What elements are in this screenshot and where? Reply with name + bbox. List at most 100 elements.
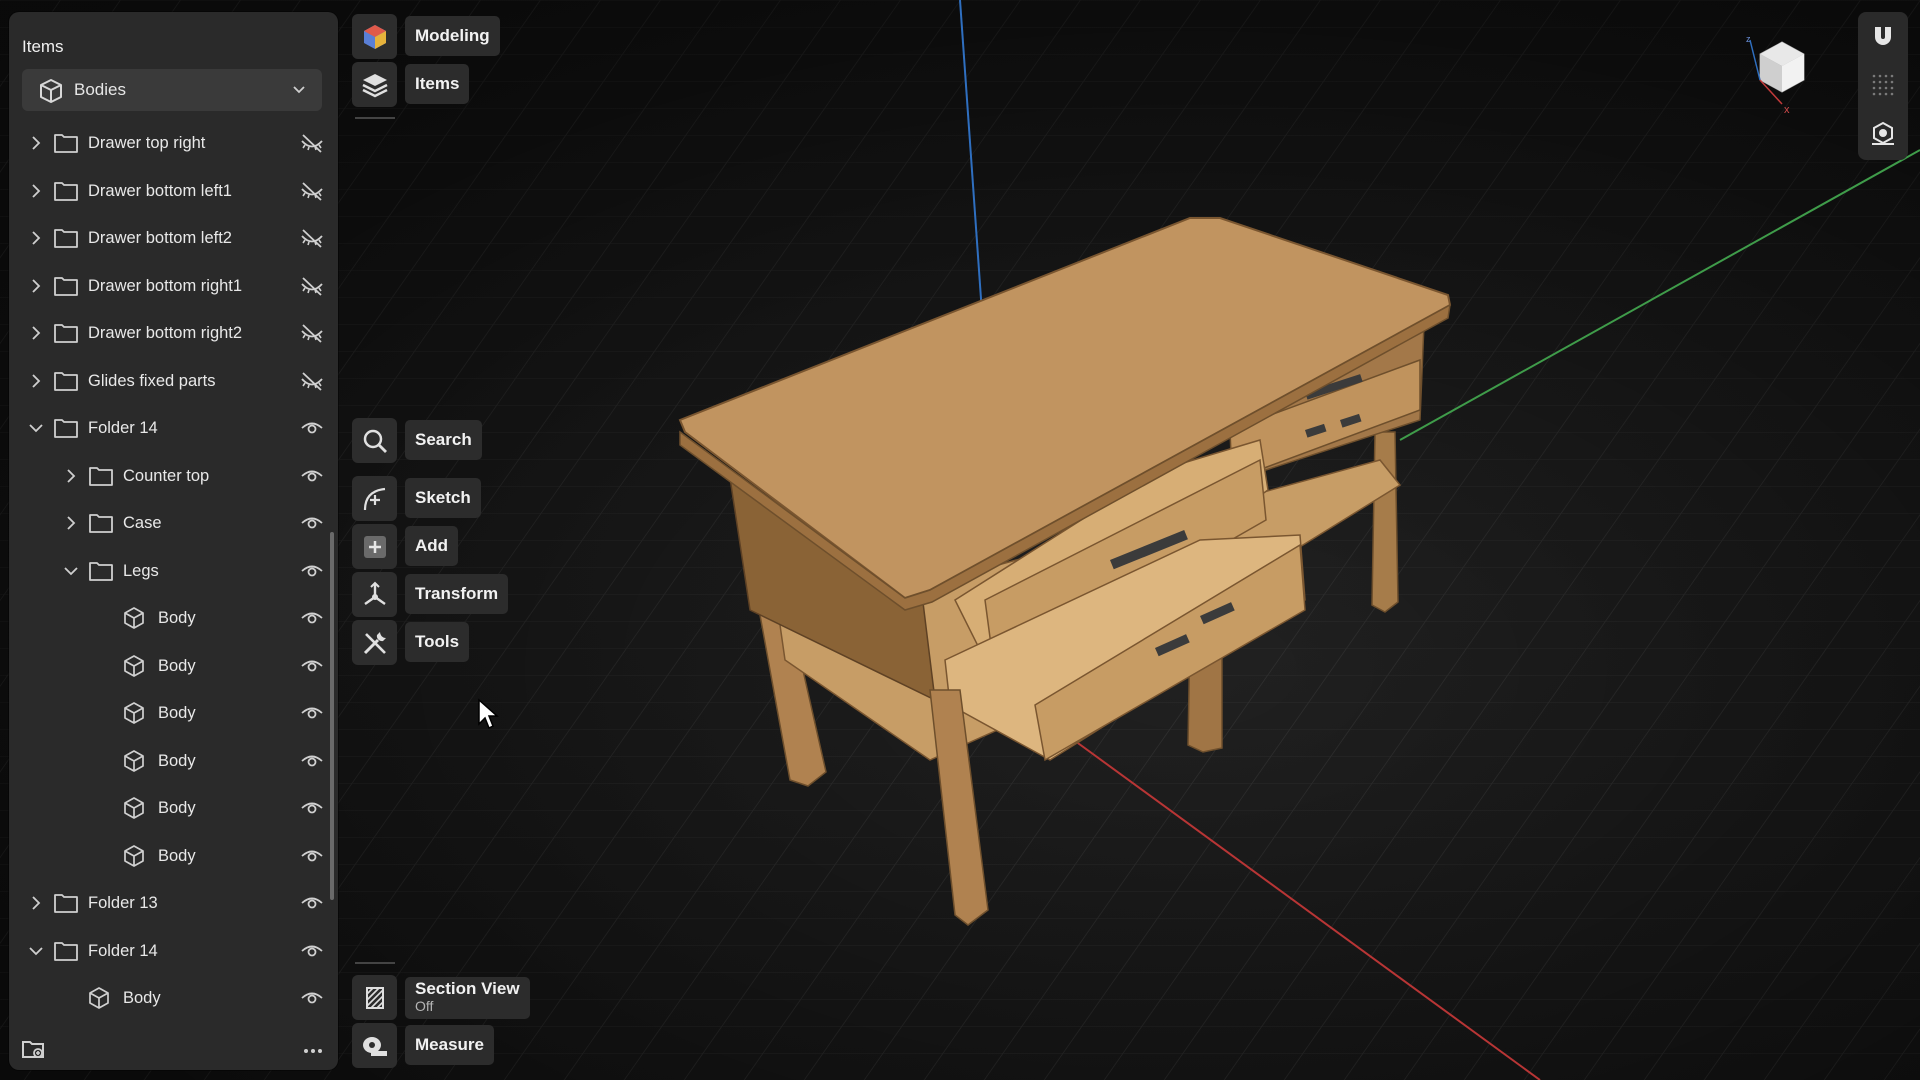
tree-row[interactable]: Drawer top right [9,120,338,167]
tree-scrollbar[interactable] [330,532,334,900]
eye-icon[interactable] [300,560,324,582]
folder-icon [53,416,79,440]
eye-hidden-icon[interactable] [300,275,324,297]
folder-icon [88,559,114,583]
tree-item-label: Drawer top right [88,134,206,152]
eye-hidden-icon[interactable] [300,370,324,392]
tree-row[interactable]: Glides fixed parts [9,358,338,405]
axis-z-label: z [1746,34,1751,44]
folder-icon [53,891,79,915]
eye-icon[interactable] [300,607,324,629]
tree-item-label: Drawer bottom right2 [88,324,243,342]
eye-icon[interactable] [300,797,324,819]
chevron-down-icon[interactable] [27,942,45,960]
measure-tape-icon [352,1023,397,1068]
tree-row[interactable]: Drawer bottom left1 [9,168,338,215]
bodies-dropdown[interactable]: Bodies [22,69,322,111]
chevron-right-icon[interactable] [27,229,45,247]
chevron-right-icon[interactable] [27,134,45,152]
add-folder-icon[interactable] [21,1037,47,1061]
modeling-label: Modeling [415,26,490,45]
tree-row[interactable]: Folder 13 [9,880,338,927]
chevron-down-icon[interactable] [62,562,80,580]
folder-icon [53,369,79,393]
tree-row[interactable]: Counter top [9,453,338,500]
eye-icon[interactable] [300,702,324,724]
eye-icon[interactable] [300,845,324,867]
tree-item-label: Body [158,846,196,865]
tools-label: Tools [415,632,460,651]
tree-item-label: Drawer bottom right1 [88,276,243,295]
folder-icon [53,274,79,298]
magnet-snap-icon[interactable] [1870,24,1896,55]
chevron-down-icon[interactable] [27,419,45,437]
toolbar-divider [355,962,395,964]
chevron-right-icon[interactable] [27,324,45,342]
tree-item-label: Legs [123,561,159,580]
eye-icon[interactable] [300,940,324,962]
tree-item-label: Body [158,799,196,817]
chevron-right-icon[interactable] [27,182,45,200]
tree-item-label: Counter top [123,466,210,485]
folder-icon [53,939,79,963]
chevron-right-icon[interactable] [27,277,45,295]
tree-row[interactable]: Body [9,785,338,832]
tree-item-label: Case [123,514,162,532]
view-cube[interactable]: z x [1740,34,1820,118]
view-tools-bar [1858,12,1908,160]
tree-row[interactable]: Drawer bottom right1 [9,263,338,310]
eye-hidden-icon[interactable] [300,132,324,154]
eye-icon[interactable] [300,417,324,439]
tree-row[interactable]: Body [9,643,338,690]
tree-row[interactable]: Body [9,738,338,785]
tree-row[interactable]: Legs [9,548,338,595]
chevron-right-icon[interactable] [27,894,45,912]
grid-icon[interactable] [1870,72,1896,103]
eye-hidden-icon[interactable] [300,322,324,344]
items-panel: Items Bodies Drawer top right Drawer bott… [9,12,338,1070]
tree-row[interactable]: Body [9,975,338,1022]
eye-icon[interactable] [300,655,324,677]
view-mode-icon[interactable] [1870,120,1896,151]
folder-icon [53,179,79,203]
eye-hidden-icon[interactable] [300,180,324,202]
tree-item-label: Folder 14 [88,419,158,437]
eye-icon[interactable] [300,987,324,1009]
folder-icon [88,511,114,535]
chevron-right-icon[interactable] [27,372,45,390]
eye-hidden-icon[interactable] [300,227,324,249]
tree-row[interactable]: Body [9,833,338,880]
eye-icon[interactable] [300,465,324,487]
tree-item-label: Body [158,751,196,770]
tree-row[interactable]: Drawer bottom right2 [9,310,338,357]
tree-row[interactable]: Folder 14 [9,928,338,975]
eye-icon[interactable] [300,512,324,534]
measure-label: Measure [415,1035,484,1054]
tree-row[interactable]: Drawer bottom left2 [9,215,338,262]
tree-item-label: Folder 14 [88,941,158,960]
tree-row[interactable]: Body [9,690,338,737]
modeling-icon [352,14,397,59]
chevron-down-icon [292,82,306,101]
tools-icon [352,620,397,665]
axis-x-label: x [1784,104,1790,116]
tree-item-label: Body [158,656,196,675]
chevron-right-icon[interactable] [62,514,80,532]
sketch-icon [352,476,397,521]
more-options-icon[interactable] [299,1044,327,1058]
search-label: Search [415,430,472,449]
tree-row[interactable]: Folder 14 [9,405,338,452]
tree-item-label: Body [158,704,196,722]
section-view-label: Section View [415,979,520,998]
body-cube-icon [121,844,147,868]
tree-row[interactable]: Body [9,595,338,642]
folder-icon [53,131,79,155]
chevron-right-icon[interactable] [62,467,80,485]
search-icon [352,418,397,463]
eye-icon[interactable] [300,750,324,772]
section-view-icon [352,975,397,1020]
tree-row[interactable]: Case [9,500,338,547]
tree-item-label: Folder 13 [88,894,158,912]
eye-icon[interactable] [300,892,324,914]
transform-icon [352,572,397,617]
